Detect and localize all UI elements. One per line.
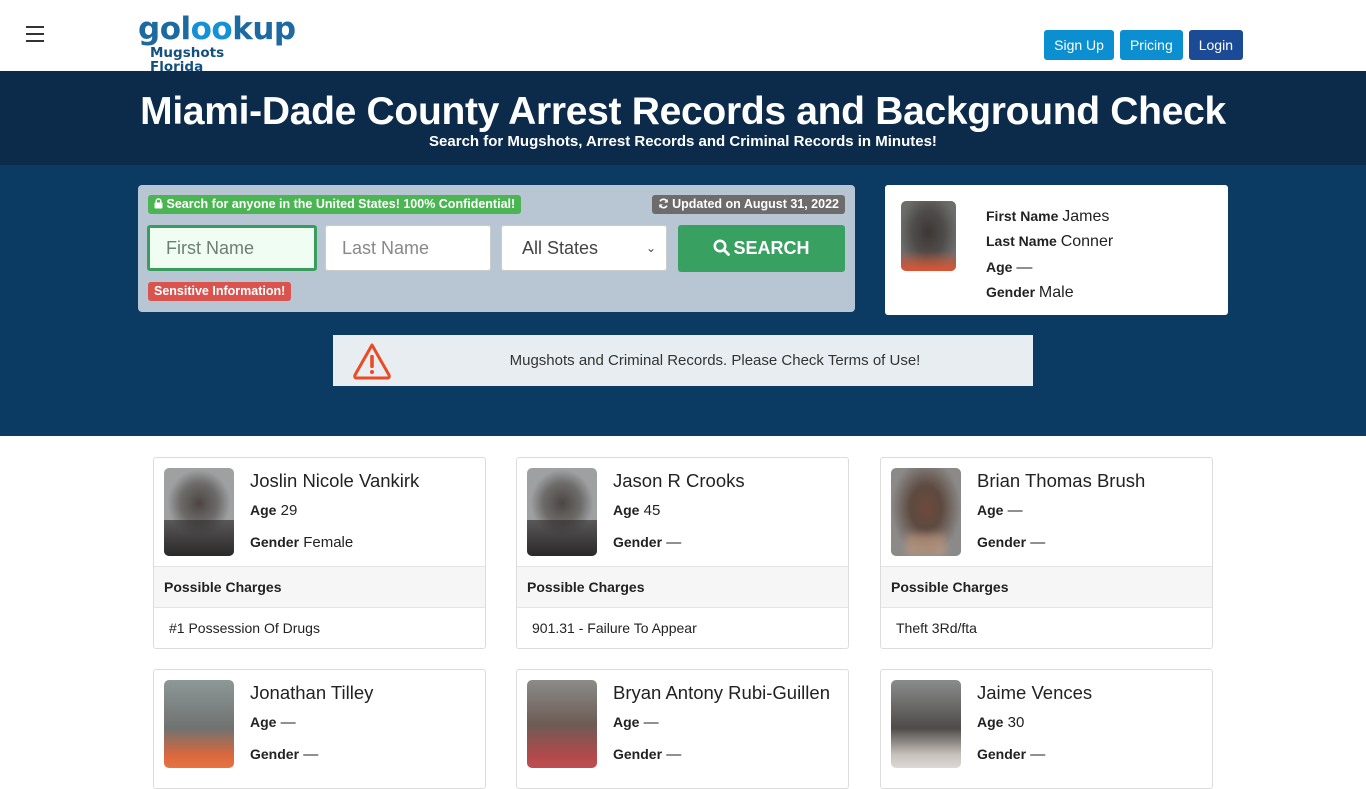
possible-charges-header: Possible Charges [154,566,485,608]
notice-text: Mugshots and Criminal Records. Please Ch… [509,352,921,369]
hero-title-band: Miami-Dade County Arrest Records and Bac… [0,71,1366,165]
record-age: Age 30 [977,714,1025,731]
page-title: Miami-Dade County Arrest Records and Bac… [140,90,1226,133]
charge-text: Theft 3Rd/fta [896,620,977,636]
search-panel: Search for anyone in the United States! … [138,185,855,312]
record-gender: Gender — [977,534,1046,551]
profile-mugshot [901,201,956,271]
record-gender: Gender — [977,746,1046,763]
record-card[interactable]: Jonathan Tilley Age — Gender — [153,669,486,789]
possible-charges-header: Possible Charges [881,566,1212,608]
mugshot-image [164,468,234,556]
record-name[interactable]: Jaime Vences [977,682,1092,704]
logo[interactable]: golookup Mugshots Florida [138,11,296,75]
record-name[interactable]: Brian Thomas Brush [977,470,1145,492]
featured-profile-card[interactable]: First Name James Last Name Conner Age — … [885,185,1228,315]
record-age: Age — [613,714,659,731]
record-age: Age — [977,502,1023,519]
last-name-input[interactable]: Last Name [325,225,491,271]
record-gender: Gender — [613,534,682,551]
charge-text: #1 Possession Of Drugs [169,620,320,636]
record-card[interactable]: Bryan Antony Rubi-Guillen Age — Gender — [516,669,849,789]
login-button[interactable]: Login [1188,30,1243,60]
mugshot-image [164,680,234,768]
search-button[interactable]: SEARCH [678,225,845,272]
mugshot-image [527,468,597,556]
record-age: Age — [250,714,296,731]
possible-charges-header: Possible Charges [517,566,848,608]
record-name[interactable]: Bryan Antony Rubi-Guillen [613,682,830,704]
state-select[interactable]: All States ⌄ [501,225,667,271]
logo-wordmark: golookup [138,11,296,47]
sign-up-button[interactable]: Sign Up [1044,30,1114,60]
nav-buttons: Sign Up Pricing Login [1044,30,1243,60]
profile-first-name: First Name James [986,208,1110,225]
chevron-down-icon: ⌄ [645,241,656,255]
refresh-icon [658,198,668,209]
confidential-badge: Search for anyone in the United States! … [148,195,522,214]
hamburger-menu-icon[interactable] [26,26,44,42]
profile-gender: Gender Male [986,283,1074,301]
record-card[interactable]: Joslin Nicole Vankirk Age 29 Gender Fema… [153,457,486,649]
record-gender: Gender — [250,746,319,763]
sensitive-info-badge: Sensitive Information! [148,282,292,301]
terms-notice: Mugshots and Criminal Records. Please Ch… [333,335,1033,386]
search-icon [713,239,731,256]
logo-subtitle: Mugshots Florida [150,45,225,75]
record-age: Age 29 [250,502,298,519]
record-gender: Gender Female [250,534,354,551]
record-age: Age 45 [613,502,661,519]
mugshot-image [527,680,597,768]
record-name[interactable]: Jonathan Tilley [250,682,373,704]
top-navbar: golookup Mugshots Florida Sign Up Pricin… [0,0,1366,75]
profile-age: Age — [986,258,1033,276]
record-name[interactable]: Joslin Nicole Vankirk [250,470,419,492]
record-card[interactable]: Brian Thomas Brush Age — Gender — Possib… [880,457,1213,649]
record-card[interactable]: Jaime Vences Age 30 Gender — [880,669,1213,789]
profile-info: First Name James Last Name Conner Age — … [986,204,1113,305]
record-gender: Gender — [613,746,682,763]
pricing-button[interactable]: Pricing [1119,30,1183,60]
mugshot-image [891,680,961,768]
record-name[interactable]: Jason R Crooks [613,470,745,492]
charge-text: 901.31 - Failure To Appear [532,620,697,636]
first-name-input[interactable]: First Name [147,225,317,271]
profile-last-name: Last Name Conner [986,233,1114,251]
lock-icon [154,198,163,209]
mugshot-image [891,468,961,556]
updated-badge: Updated on August 31, 2022 [651,195,845,214]
page-subtitle: Search for Mugshots, Arrest Records and … [429,133,937,150]
record-card[interactable]: Jason R Crooks Age 45 Gender — Possible … [516,457,849,649]
